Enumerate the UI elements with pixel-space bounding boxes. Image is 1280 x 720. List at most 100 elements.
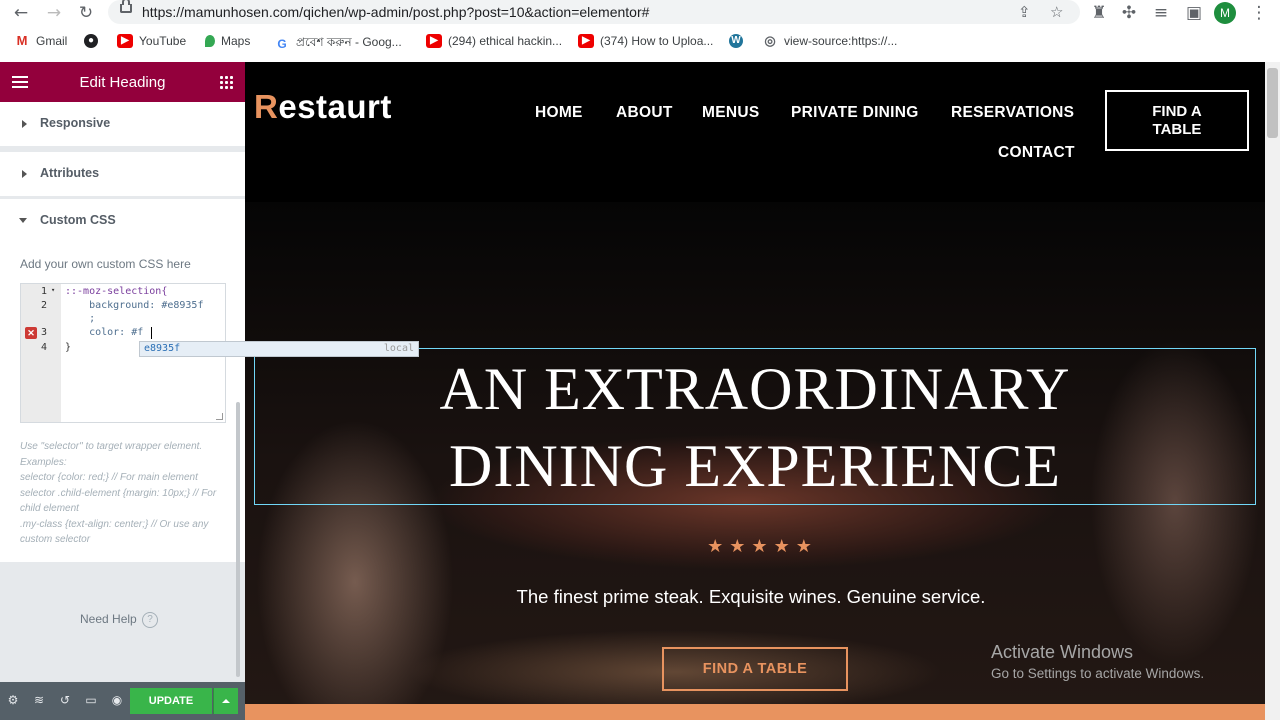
lock-icon <box>120 0 132 13</box>
autocomplete-popup[interactable]: e8935f local <box>139 341 419 357</box>
settings-gear-icon[interactable]: ⚙ <box>6 693 20 707</box>
watermark-subtitle: Go to Settings to activate Windows. <box>991 666 1205 681</box>
editor-panel: Edit Heading Responsive Attributes Custo… <box>0 62 419 720</box>
panel-title: Edit Heading <box>79 74 166 91</box>
button-label: FIND A TABLE <box>1152 102 1202 138</box>
gmail-icon: M <box>14 34 30 48</box>
back-icon[interactable]: ← <box>10 2 32 24</box>
section-label: Custom CSS <box>40 213 116 227</box>
resize-handle-icon[interactable] <box>216 413 223 420</box>
section-custom-css[interactable]: Custom CSS <box>0 199 245 244</box>
wordpress-icon: W <box>729 34 743 48</box>
address-bar[interactable]: https://mamunhosen.com/qichen/wp-admin/p… <box>108 0 1080 24</box>
bookmark-google[interactable]: G প্রবেশ করুন - Goog... <box>274 34 402 54</box>
line-number: 1 <box>41 286 48 297</box>
code-line: ::-moz-selection{ <box>65 286 168 297</box>
line-number: 2 <box>41 300 48 311</box>
section-label: Attributes <box>40 166 100 180</box>
bookmark-label: (374) How to Uploa... <box>600 34 714 48</box>
responsive-mode-icon[interactable]: ▭ <box>84 693 98 707</box>
error-icon: ✕ <box>25 327 37 339</box>
caret-right-icon <box>22 120 27 128</box>
widgets-grid-icon[interactable] <box>219 75 233 89</box>
panel-scrollbar[interactable] <box>236 402 240 677</box>
nav-about[interactable]: ABOUT <box>616 104 673 122</box>
url-text[interactable]: https://mamunhosen.com/qichen/wp-admin/p… <box>142 4 649 20</box>
bookmark-label: (294) ethical hackin... <box>448 34 563 48</box>
globe-icon: ◎ <box>762 34 778 48</box>
forward-icon[interactable]: → <box>43 2 65 24</box>
bookmark-label: Gmail <box>36 34 68 48</box>
site-preview: Restaurt HOME ABOUT MENUS PRIVATE DINING… <box>245 62 1280 720</box>
code-line: } <box>65 342 72 353</box>
preview-eye-icon[interactable]: ◉ <box>110 693 124 707</box>
share-icon[interactable]: ⇪ <box>1018 3 1031 21</box>
fold-arrow-icon[interactable]: ▾ <box>51 286 55 294</box>
nav-reservations[interactable]: RESERVATIONS <box>951 104 1074 122</box>
bookmark-youtube-3[interactable]: ▶ (374) How to Uploa... <box>578 34 713 48</box>
bookmark-youtube-2[interactable]: ▶ (294) ethical hackin... <box>426 34 562 48</box>
bookmark-view-source[interactable]: ◎ view-source:https://... <box>762 34 897 48</box>
rating-stars-icon: ★★★★★ <box>707 536 818 557</box>
selected-heading-widget[interactable]: AN EXTRAORDINARY DINING EXPERIENCE <box>254 348 1256 505</box>
autocomplete-meta: local <box>383 343 414 354</box>
layers-icon[interactable]: ≋ <box>32 693 46 707</box>
star-icon[interactable]: ☆ <box>1050 3 1063 21</box>
css-code-editor[interactable]: 1 ▾ 2 ✕ 3 4 ::-moz-selection{ background… <box>20 283 419 423</box>
preview-scrollbar[interactable] <box>1265 62 1280 720</box>
nav-contact[interactable]: CONTACT <box>998 144 1075 162</box>
youtube-icon: ▶ <box>426 34 442 48</box>
nav-menus[interactable]: MENUS <box>702 104 759 122</box>
find-table-hero-button[interactable]: FIND A TABLE <box>662 647 848 691</box>
windows-activation-watermark: Activate Windows Go to Settings to activ… <box>991 642 1204 681</box>
sidepanel-icon[interactable]: ▣ <box>1183 2 1205 24</box>
circle-icon: ● <box>84 34 98 48</box>
css-help-text: Use "selector" to target wrapper element… <box>20 441 217 545</box>
reload-icon[interactable]: ↻ <box>75 2 97 24</box>
need-help-link[interactable]: Need Help <box>80 612 137 626</box>
find-table-header-button[interactable]: FIND A TABLE <box>1105 90 1249 151</box>
autocomplete-option[interactable]: e8935f <box>144 343 180 354</box>
extension-icon[interactable]: ♜ <box>1088 2 1110 24</box>
bookmark-youtube[interactable]: ▶ YouTube <box>117 34 186 48</box>
bookmark-label: প্রবেশ করুন - Goog... <box>296 35 402 49</box>
logo-initial: R <box>254 88 279 125</box>
browser-chrome: ← → ↻ https://mamunhosen.com/qichen/wp-a… <box>0 0 1280 63</box>
puzzle-icon[interactable]: ✣ <box>1118 2 1140 24</box>
nav-private-dining[interactable]: PRIVATE DINING <box>791 104 919 122</box>
css-hint: Add your own custom CSS here <box>20 257 191 271</box>
section-attributes[interactable]: Attributes <box>0 152 245 196</box>
menu-icon[interactable]: ⋮ <box>1248 2 1270 24</box>
caret-down-icon <box>19 218 27 223</box>
bookmark-wordpress[interactable]: W <box>729 34 743 48</box>
bookmark-gmail[interactable]: M Gmail <box>14 34 67 48</box>
site-logo[interactable]: Restaurt <box>254 88 392 126</box>
help-question-icon[interactable]: ? <box>142 612 158 628</box>
bookmark-dark[interactable]: ● <box>84 34 98 48</box>
hero-heading: AN EXTRAORDINARY DINING EXPERIENCE <box>255 349 1255 505</box>
media-icon[interactable]: ≡ <box>1150 2 1172 24</box>
watermark-title: Activate Windows <box>991 642 1134 662</box>
bookmark-label: YouTube <box>139 34 187 48</box>
update-options-chevron-icon[interactable] <box>213 688 238 714</box>
bookmark-maps[interactable]: Maps <box>205 34 250 48</box>
address-row: ← → ↻ https://mamunhosen.com/qichen/wp-a… <box>0 0 1280 26</box>
history-icon[interactable]: ↺ <box>58 693 72 707</box>
section-responsive[interactable]: Responsive <box>0 102 245 146</box>
youtube-icon: ▶ <box>117 34 133 48</box>
panel-header: Edit Heading <box>0 62 245 102</box>
bookmark-label: view-source:https://... <box>784 34 898 48</box>
scroll-thumb[interactable] <box>1267 68 1278 138</box>
maps-pin-icon <box>205 35 215 47</box>
text-cursor <box>151 327 152 339</box>
bookmarks-bar: M Gmail ● ▶ YouTube Maps G প্রবেশ করুন -… <box>0 34 1280 54</box>
panel-footer: ⚙ ≋ ↺ ▭ ◉ UPDATE <box>0 682 245 720</box>
update-button[interactable]: UPDATE <box>130 688 212 714</box>
bookmark-label: Maps <box>221 34 251 48</box>
accent-bottom-bar <box>245 704 1265 720</box>
caret-right-icon <box>22 170 27 178</box>
google-icon: G <box>274 37 290 51</box>
profile-avatar[interactable]: M <box>1214 2 1236 24</box>
code-line: background: #e8935f <box>65 300 204 311</box>
nav-home[interactable]: HOME <box>535 104 583 122</box>
